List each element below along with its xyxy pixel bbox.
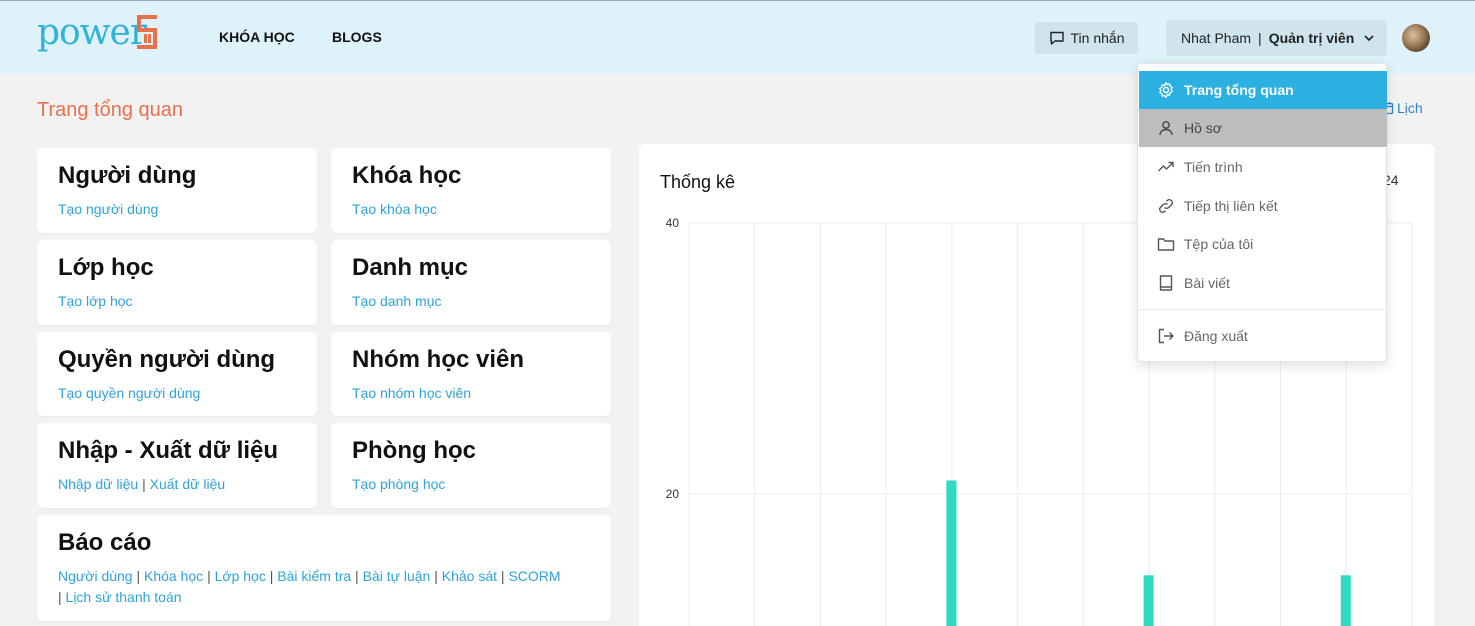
chart-bar[interactable] <box>1143 575 1154 626</box>
y-tick-label: 40 <box>666 216 680 230</box>
menu-item-label: Tệp của tôi <box>1184 236 1254 252</box>
report-link[interactable]: SCORM <box>508 568 560 584</box>
folder-icon <box>1157 238 1175 251</box>
menu-item-dang-xuat[interactable]: Đăng xuất <box>1139 317 1387 355</box>
report-link[interactable]: Bài tự luận <box>363 568 431 584</box>
link-icon <box>1159 199 1173 213</box>
card-title: Người dùng <box>58 162 197 189</box>
user-menu-button[interactable]: Nhat Pham | Quản trị viên <box>1166 20 1387 56</box>
card-link[interactable]: Tạo quyền người dùng <box>58 385 200 401</box>
menu-item-bai-viet[interactable]: Bài viết <box>1139 264 1387 302</box>
chart-bar[interactable] <box>1340 575 1351 626</box>
card-title: Nhóm học viên <box>352 346 525 373</box>
report-link[interactable]: Khảo sát <box>442 568 497 584</box>
card-quyen-nguoi-dung: Quyền người dùng Tạo quyền người dùng <box>37 332 317 416</box>
report-link[interactable]: Người dùng <box>58 568 133 584</box>
logo[interactable]: power <box>37 13 161 53</box>
calendar-label: Lịch <box>1397 100 1423 116</box>
user-name: Nhat Pham <box>1181 30 1252 46</box>
card-title: Báo cáo <box>58 529 152 556</box>
menu-item-label: Đăng xuất <box>1184 328 1248 344</box>
user-separator: | <box>1258 30 1262 46</box>
menu-item-tiep-thi-lien-ket[interactable]: Tiếp thị liên kết <box>1139 187 1387 225</box>
card-nguoi-dung: Người dùng Tạo người dùng <box>37 148 317 233</box>
card-khoa-hoc: Khóa học Tạo khóa học <box>331 148 611 233</box>
card-title: Danh mục <box>352 254 469 281</box>
menu-item-label: Trang tổng quan <box>1184 82 1294 98</box>
card-title: Phòng học <box>352 437 476 464</box>
nav-blogs[interactable]: BLOGS <box>332 29 382 45</box>
card-nhap-xuat: Nhập - Xuất dữ liệu Nhập dữ liệu | Xuất … <box>37 423 317 508</box>
menu-item-tep-cua-toi[interactable]: Tệp của tôi <box>1139 225 1387 263</box>
messages-label: Tin nhắn <box>1070 30 1125 46</box>
card-link[interactable]: Xuất dữ liệu <box>150 476 226 492</box>
card-title: Khóa học <box>352 162 462 189</box>
trend-up-icon <box>1158 161 1174 172</box>
card-link[interactable]: Tạo lớp học <box>58 293 133 309</box>
menu-item-label: Tiếp thị liên kết <box>1184 198 1278 214</box>
menu-item-label: Hồ sơ <box>1184 120 1222 136</box>
logout-icon <box>1158 328 1174 344</box>
logo-mark-icon <box>137 15 157 49</box>
card-nhom-hoc-vien: Nhóm học viên Tạo nhóm học viên <box>331 332 611 416</box>
card-link[interactable]: Tạo phòng học <box>352 476 445 492</box>
menu-item-tien-trinh[interactable]: Tiến trình <box>1139 148 1387 186</box>
card-danh-muc: Danh mục Tạo danh mục <box>331 240 611 325</box>
book-icon <box>1159 275 1173 291</box>
user-icon <box>1159 121 1173 136</box>
user-dropdown-menu: Trang tổng quan Hồ sơ Tiến trình Tiếp th… <box>1137 63 1387 362</box>
nav-khoa-hoc[interactable]: KHÓA HỌC <box>219 29 295 45</box>
card-link[interactable]: Nhập dữ liệu <box>58 476 138 492</box>
card-link[interactable]: Tạo khóa học <box>352 201 437 217</box>
gear-icon <box>1159 81 1173 99</box>
avatar[interactable] <box>1402 24 1430 52</box>
chevron-down-icon <box>1364 35 1374 42</box>
card-phong-hoc: Phòng học Tạo phòng học <box>331 423 611 508</box>
report-link[interactable]: Bài kiểm tra <box>277 568 351 584</box>
card-title: Quyền người dùng <box>58 346 276 373</box>
logo-text: power <box>37 12 147 53</box>
messages-button[interactable]: Tin nhắn <box>1035 22 1138 54</box>
card-link[interactable]: Tạo danh mục <box>352 293 442 309</box>
card-title: Lớp học <box>58 254 154 281</box>
y-tick-label: 20 <box>666 487 680 501</box>
card-link[interactable]: Tạo nhóm học viên <box>352 385 471 401</box>
menu-item-trang-tong-quan[interactable]: Trang tổng quan <box>1139 71 1387 109</box>
menu-item-label: Tiến trình <box>1184 159 1243 175</box>
menu-item-label: Bài viết <box>1184 275 1230 291</box>
chat-icon <box>1049 31 1064 45</box>
menu-divider <box>1139 309 1387 310</box>
menu-item-ho-so[interactable]: Hồ sơ <box>1139 109 1387 147</box>
user-role: Quản trị viên <box>1268 30 1355 46</box>
report-link[interactable]: Lớp học <box>215 568 266 584</box>
card-lop-hoc: Lớp học Tạo lớp học <box>37 240 317 325</box>
card-title: Nhập - Xuất dữ liệu <box>58 437 279 464</box>
card-link[interactable]: Tạo người dùng <box>58 201 158 217</box>
report-link[interactable]: Khóa học <box>144 568 203 584</box>
page-title: Trang tổng quan <box>37 99 184 121</box>
chart-bar[interactable] <box>946 480 957 626</box>
card-bao-cao: Báo cáo Người dùng | Khóa học | Lớp học … <box>37 515 611 621</box>
report-link[interactable]: Lịch sử thanh toán <box>66 589 182 605</box>
